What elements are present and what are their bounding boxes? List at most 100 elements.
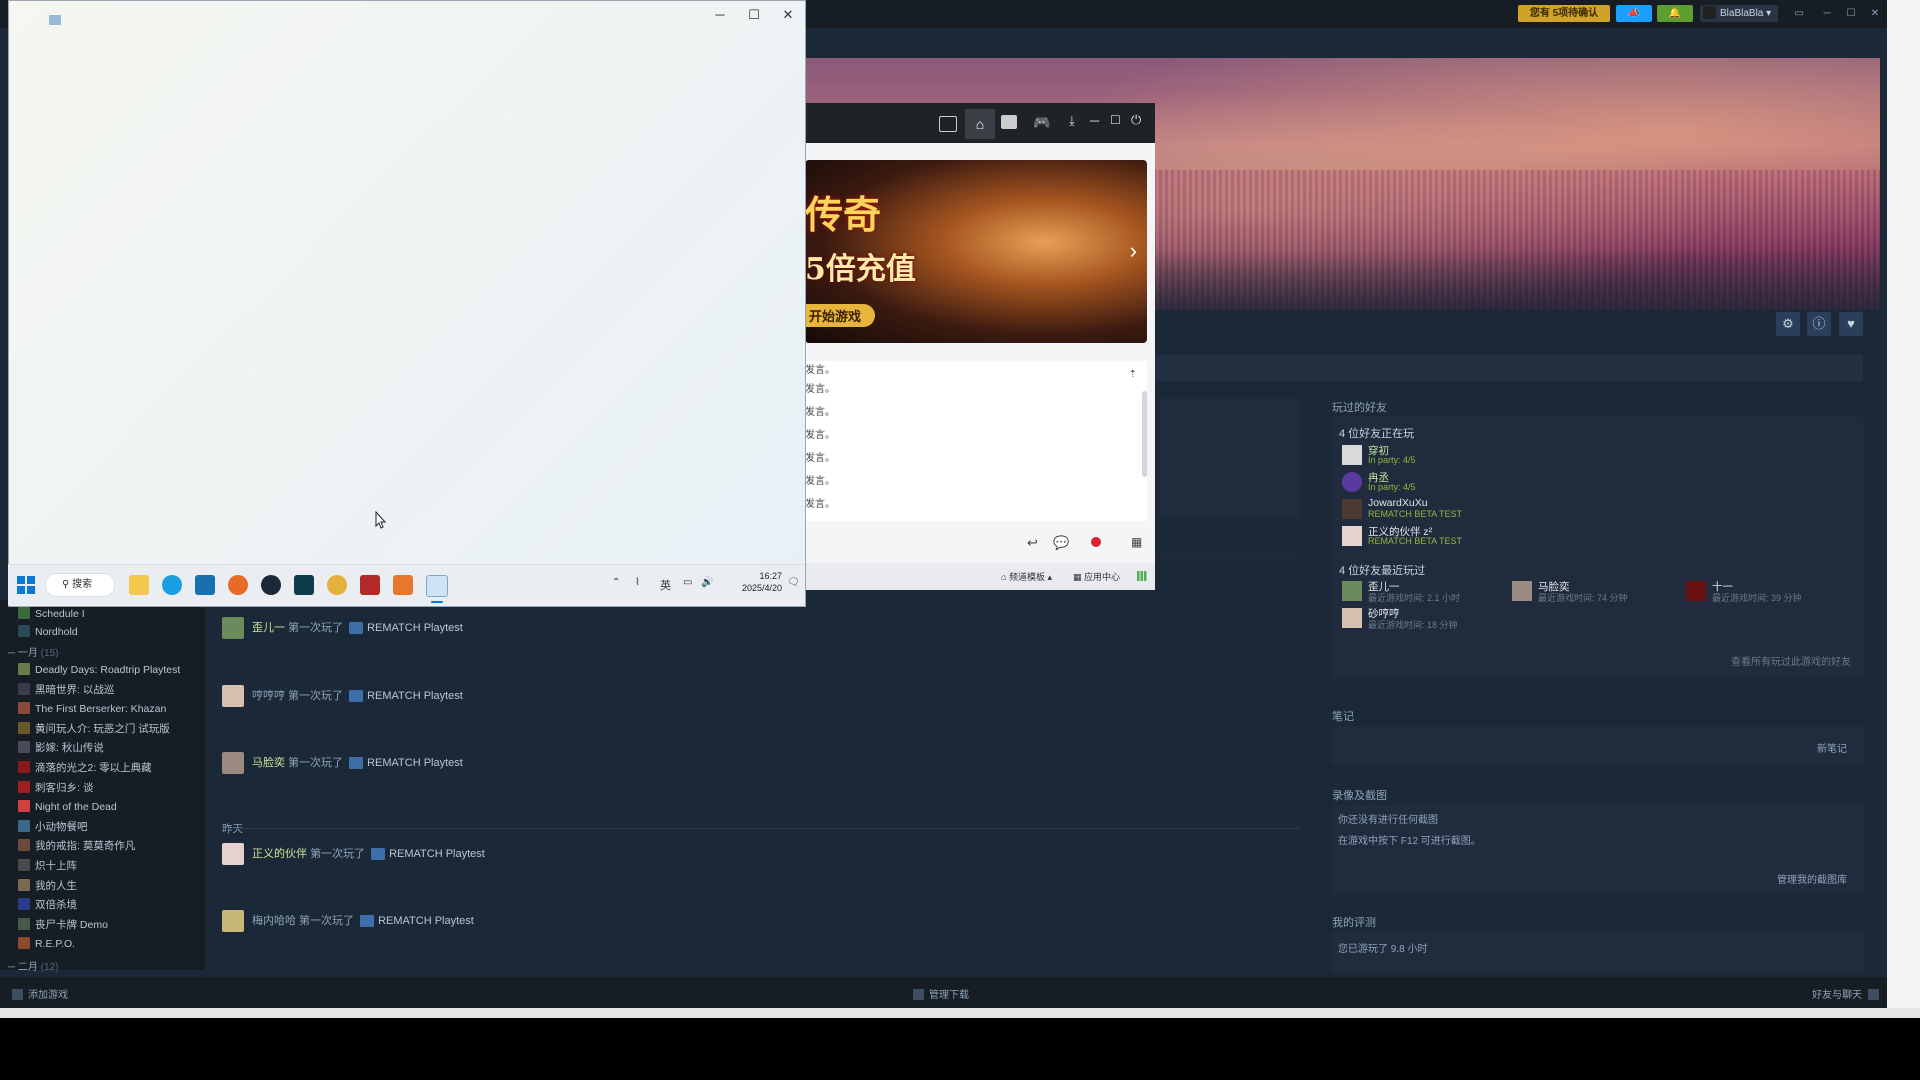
list-icon[interactable] [1001,115,1017,129]
new-note-button[interactable]: 新笔记 [1817,740,1847,755]
windows-start-icon[interactable] [16,575,36,595]
date-divider: 昨天 [222,823,243,835]
library-item[interactable]: 小动物餐吧 [18,819,88,835]
activity-row[interactable]: 哼哼哼 第一次玩了 REMATCH Playtest [222,685,463,708]
friend-name[interactable]: 马脸奕 [252,757,285,769]
video-icon[interactable] [939,116,957,132]
close-button[interactable]: ✕ [1866,5,1884,22]
game-name[interactable]: REMATCH Playtest [389,848,485,860]
friends-chat-button[interactable]: 好友与聊天 [1812,986,1879,1001]
minimize-button[interactable]: ─ [1090,113,1099,128]
library-item[interactable]: 滴落的光之2: 零以上典藏 [18,760,152,776]
game-name[interactable]: REMATCH Playtest [367,757,463,769]
maximize-button[interactable]: ☐ [741,5,767,25]
app-center-button[interactable]: ▦ 应用中心 [1073,570,1120,583]
friend-name[interactable]: 梅内哈哈 第 [252,915,310,927]
taskbar-search[interactable]: ⚲ 搜索 [45,573,115,597]
chevron-right-icon[interactable]: › [1130,238,1137,264]
minimize-button[interactable]: ─ [1818,5,1836,22]
friend-name[interactable]: 哼哼哼 第 [252,690,299,702]
steam-icon[interactable] [261,575,281,595]
add-game-button[interactable]: 添加游戏 [12,986,68,1001]
info-icon[interactable]: ⓘ [1807,312,1831,336]
library-item[interactable]: 刺客归乡: 谈 [18,780,93,796]
library-item[interactable]: 黑暗世界: 以战巡 [18,682,114,698]
activity-row[interactable]: 正义的伙伴 第一次玩了 REMATCH Playtest [222,843,485,866]
pin-icon[interactable]: ⇡ [1129,369,1137,380]
library-item[interactable]: 黄问玩人介: 玩恶之门 试玩版 [18,721,170,737]
file-explorer-icon[interactable] [129,575,149,595]
game-name[interactable]: REMATCH Playtest [367,690,463,702]
library-item[interactable]: R.E.P.O. [18,936,75,952]
promo-button[interactable]: 您有 5项待确认 [1518,5,1610,22]
gear-icon[interactable]: ⚙ [1776,312,1800,336]
library-item[interactable]: 我的戒指: 莫莫奇作凡 [18,838,135,854]
library-item[interactable]: Deadly Days: Roadtrip Playtest [18,662,180,678]
activity-row[interactable]: 马脸奕 第一次玩了 REMATCH Playtest [222,752,463,775]
game-name[interactable]: REMATCH Playtest [378,915,474,927]
chevron-up-icon[interactable]: ⌃ [612,577,620,588]
firefox-icon[interactable] [228,575,248,595]
activity-verb: 一次玩了 [299,690,344,702]
game-icon [18,819,30,832]
gamepad-icon[interactable]: 🎮 [1033,114,1051,130]
record-icon[interactable] [1091,537,1101,547]
library-item[interactable]: 我的人生 [18,878,77,894]
app-icon[interactable] [294,575,314,595]
power-icon[interactable]: ⏻ [1131,112,1141,128]
library-item[interactable]: 丧尸卡牌 Demo [18,917,108,933]
store-icon[interactable] [195,575,215,595]
library-group-jan[interactable]: ─ 一月 (15) [8,644,58,659]
heart-icon[interactable]: ♥ [1839,312,1863,336]
game-icon [18,663,30,675]
game-ad-banner[interactable]: 传奇 5倍充值 开始游戏 › [805,160,1147,343]
chat-line: 发言。 [805,499,835,510]
library-group-feb[interactable]: ─ 二月 (12) [8,958,58,973]
library-item[interactable]: Night of the Dead [18,799,117,815]
launcher-footer: ⌂ 频道模板 ▴ ▦ 应用中心 [805,563,1155,590]
reply-icon[interactable]: ↩ [1027,535,1038,551]
home-icon[interactable]: ⌂ [965,109,995,139]
announce-icon[interactable]: 📣 [1616,5,1652,22]
library-item[interactable]: Schedule I [18,606,85,622]
channel-template-button[interactable]: ⌂ 频道模板 ▴ [1001,570,1052,583]
library-item[interactable]: 炽十上阵 [18,858,77,874]
notification-bell-icon[interactable]: 🔔 [1657,5,1693,22]
display-icon[interactable]: ▭ [683,577,692,588]
active-window-icon[interactable] [426,575,448,597]
manage-screenshots-link[interactable]: 管理我的截图库 [1777,871,1847,886]
big-picture-icon[interactable]: ▭ [1790,5,1808,22]
library-item[interactable]: Nordhold [18,624,78,640]
library-item[interactable]: 影嫁: 秋山传说 [18,740,104,756]
app-icon[interactable] [393,575,413,595]
account-menu[interactable]: BlaBlaBla ▾ [1700,5,1778,22]
activity-row[interactable]: 歪儿一 第一次玩了 REMATCH Playtest [222,617,463,640]
close-button[interactable]: ✕ [775,5,801,25]
maximize-button[interactable]: ☐ [1842,5,1860,22]
game-launcher-icon[interactable] [327,575,347,595]
maximize-button[interactable]: ☐ [1110,113,1121,127]
download-icon[interactable]: ⤓ [1069,113,1075,129]
volume-icon[interactable]: 🔊 [701,577,713,588]
activity-row[interactable]: 梅内哈哈 第一次玩了 REMATCH Playtest [222,910,474,933]
friend-name[interactable]: 歪儿一 [252,622,285,634]
video-editor-icon[interactable] [360,575,380,595]
gift-icon[interactable]: ▦ [1131,535,1142,549]
library-item-label: Schedule I [35,608,85,620]
input-language[interactable]: 英 [660,577,671,593]
chat-scrollbar[interactable] [1142,391,1147,477]
chat-bubble-icon[interactable]: 💬 [1053,535,1069,551]
network-icon[interactable]: ⌇ [635,577,640,588]
minimize-button[interactable]: ─ [707,5,733,25]
library-item-label: 我的人生 [35,879,77,892]
library-item[interactable]: 双倍杀境 [18,897,77,913]
start-game-button[interactable]: 开始游戏 [805,304,876,327]
edge-icon[interactable] [162,575,182,595]
downloads-button[interactable]: 管理下载 [913,986,969,1001]
friend-name[interactable]: 正义的伙伴 [252,848,307,860]
library-item[interactable]: The First Berserker: Khazan [18,701,166,717]
game-name[interactable]: REMATCH Playtest [367,622,463,634]
clock[interactable]: 16:27 2025/4/20 [724,570,782,594]
notification-icon[interactable]: 🗨 [787,577,800,588]
view-all-friends-link[interactable]: 查看所有玩过此游戏的好友 [1731,653,1851,668]
